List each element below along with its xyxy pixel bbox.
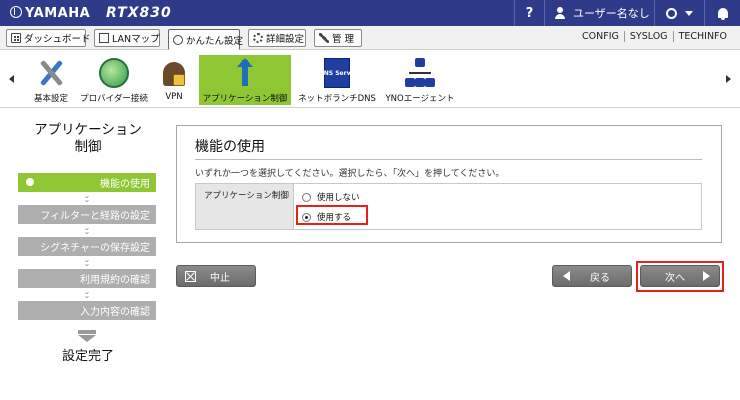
radio-button-disable[interactable] [302,192,311,202]
wrench-icon [319,33,329,43]
application-control-field: アプリケーション制御 使用しない 使用する [195,183,702,230]
menu-item-provider[interactable]: プロバイダー接続 [78,55,150,105]
cancel-x-icon [185,270,196,282]
tab-label: LANマップ [112,34,160,45]
tab-dashboard[interactable]: ダッシュボード [6,29,91,47]
tab-lan-map[interactable]: LANマップ [94,29,160,47]
menu-scroll-right-icon[interactable] [726,75,731,83]
step-label: 入力内容の確認 [80,307,150,318]
step-chevron-icon: ⌄ ⌄ [83,287,91,300]
menu-item-label: 基本設定 [33,94,68,104]
bell-icon [717,8,728,20]
config-link[interactable]: CONFIG [577,31,624,42]
step-chevron-icon: ⌄ ⌄ [83,191,91,204]
panel-instruction: いずれか一つを選択してください。選択したら、「次へ」を押してください。 [195,169,505,179]
panel-title: 機能の使用 [195,139,265,155]
user-icon [555,7,565,19]
notification-button[interactable] [704,0,740,26]
field-label: アプリケーション制御 [196,184,294,229]
chevron-down-icon [685,10,693,16]
setup-complete-label: 設定完了 [61,349,114,364]
step-filter-route: フィルターと経路の設定 [18,205,156,224]
sidebar-title: アプリケーション 制御 [18,122,158,156]
sidebar-title-line2: 制御 [74,139,102,155]
syslog-link[interactable]: SYSLOG [623,31,673,42]
tab-advanced-settings[interactable]: 詳細設定 [248,29,306,47]
enable-option-highlight [296,205,368,225]
step-label: 機能の使用 [100,179,150,190]
user-menu[interactable]: ユーザー名なし [544,0,654,26]
user-name: ユーザー名なし [573,7,650,20]
radio-label: 使用しない [317,193,360,203]
menu-item-netvolante-dns[interactable]: DDNS Service ネットボランチDNS [296,55,378,105]
step-label: シグネチャーの保存設定 [40,243,150,254]
brand-name: YAMAHA [25,6,91,21]
tab-easy-setup[interactable]: かんたん設定 [168,29,244,50]
brand-logo: YAMAHA [10,6,90,21]
step-chevron-icon: ⌄ ⌄ [83,223,91,236]
tab-label: 詳細設定 [266,34,305,45]
top-bar: YAMAHA RTX830 ? ユーザー名なし [0,0,740,26]
gear-icon [253,33,263,43]
status-menu-button[interactable] [654,0,704,26]
step-function-use: 機能の使用 [18,173,156,192]
techinfo-link[interactable]: TECHINFO [672,31,732,42]
model-name: RTX830 [106,5,172,21]
tab-label: ダッシュボード [24,34,91,45]
step-signature-save: シグネチャーの保存設定 [18,237,156,256]
back-button[interactable]: 戻る [552,265,632,287]
function-use-panel: 機能の使用 いずれか一つを選択してください。選択したら、「次へ」を押してください… [176,125,722,243]
vpn-icon [161,58,187,88]
menu-item-label: VPN [165,92,183,102]
back-label: 戻る [590,272,610,284]
sidebar-title-line1: アプリケーション [34,122,142,138]
menu-item-label: YNOエージェント [385,94,455,104]
menu-item-label: ネットボランチDNS [298,94,376,104]
ddns-icon: DDNS Service [314,58,360,88]
yno-agent-icon [405,58,435,88]
nav-links: CONFIG SYSLOG TECHINFO [577,31,732,42]
help-button[interactable]: ? [514,0,544,26]
dashboard-icon [11,33,21,43]
step-input-confirm: 入力内容の確認 [18,301,156,320]
radio-option-disable[interactable]: 使用しない [302,189,360,205]
function-menu: 基本設定 プロバイダー接続 VPN アプリケーション制御 DDNS Servic… [0,51,740,108]
done-arrow-icon [78,330,96,342]
cancel-label: 中止 [210,272,230,284]
lan-map-icon [99,33,109,43]
yamaha-logo-icon [10,6,22,18]
step-terms-confirm: 利用規約の確認 [18,269,156,288]
menu-scroll-left-icon[interactable] [9,75,14,83]
panel-divider [195,159,702,160]
menu-item-yno-agent[interactable]: YNOエージェント [384,55,456,105]
application-control-icon [231,58,259,88]
status-ring-icon [666,7,677,19]
menu-item-label: プロバイダー接続 [80,94,148,104]
tools-icon [36,58,66,88]
menu-item-vpn[interactable]: VPN [156,55,192,105]
step-label: フィルターと経路の設定 [40,211,150,222]
wizard-icon [173,34,183,45]
step-label: 利用規約の確認 [80,275,150,286]
tab-label: 管 理 [332,34,355,45]
next-button-highlight [636,261,724,292]
globe-icon [99,58,129,88]
current-step-dot-icon [26,178,34,186]
menu-item-basic-settings[interactable]: 基本設定 [28,55,74,105]
step-chevron-icon: ⌄ ⌄ [83,255,91,268]
cancel-button[interactable]: 中止 [176,265,256,287]
nav-bar: ダッシュボード LANマップ かんたん設定 詳細設定 管 理 CONFIG SY… [0,26,740,50]
menu-item-label: アプリケーション制御 [202,94,288,104]
triangle-left-icon [563,271,570,281]
tab-label: かんたん設定 [186,35,244,47]
tab-management[interactable]: 管 理 [314,29,362,47]
menu-item-application-control[interactable]: アプリケーション制御 [199,55,291,105]
